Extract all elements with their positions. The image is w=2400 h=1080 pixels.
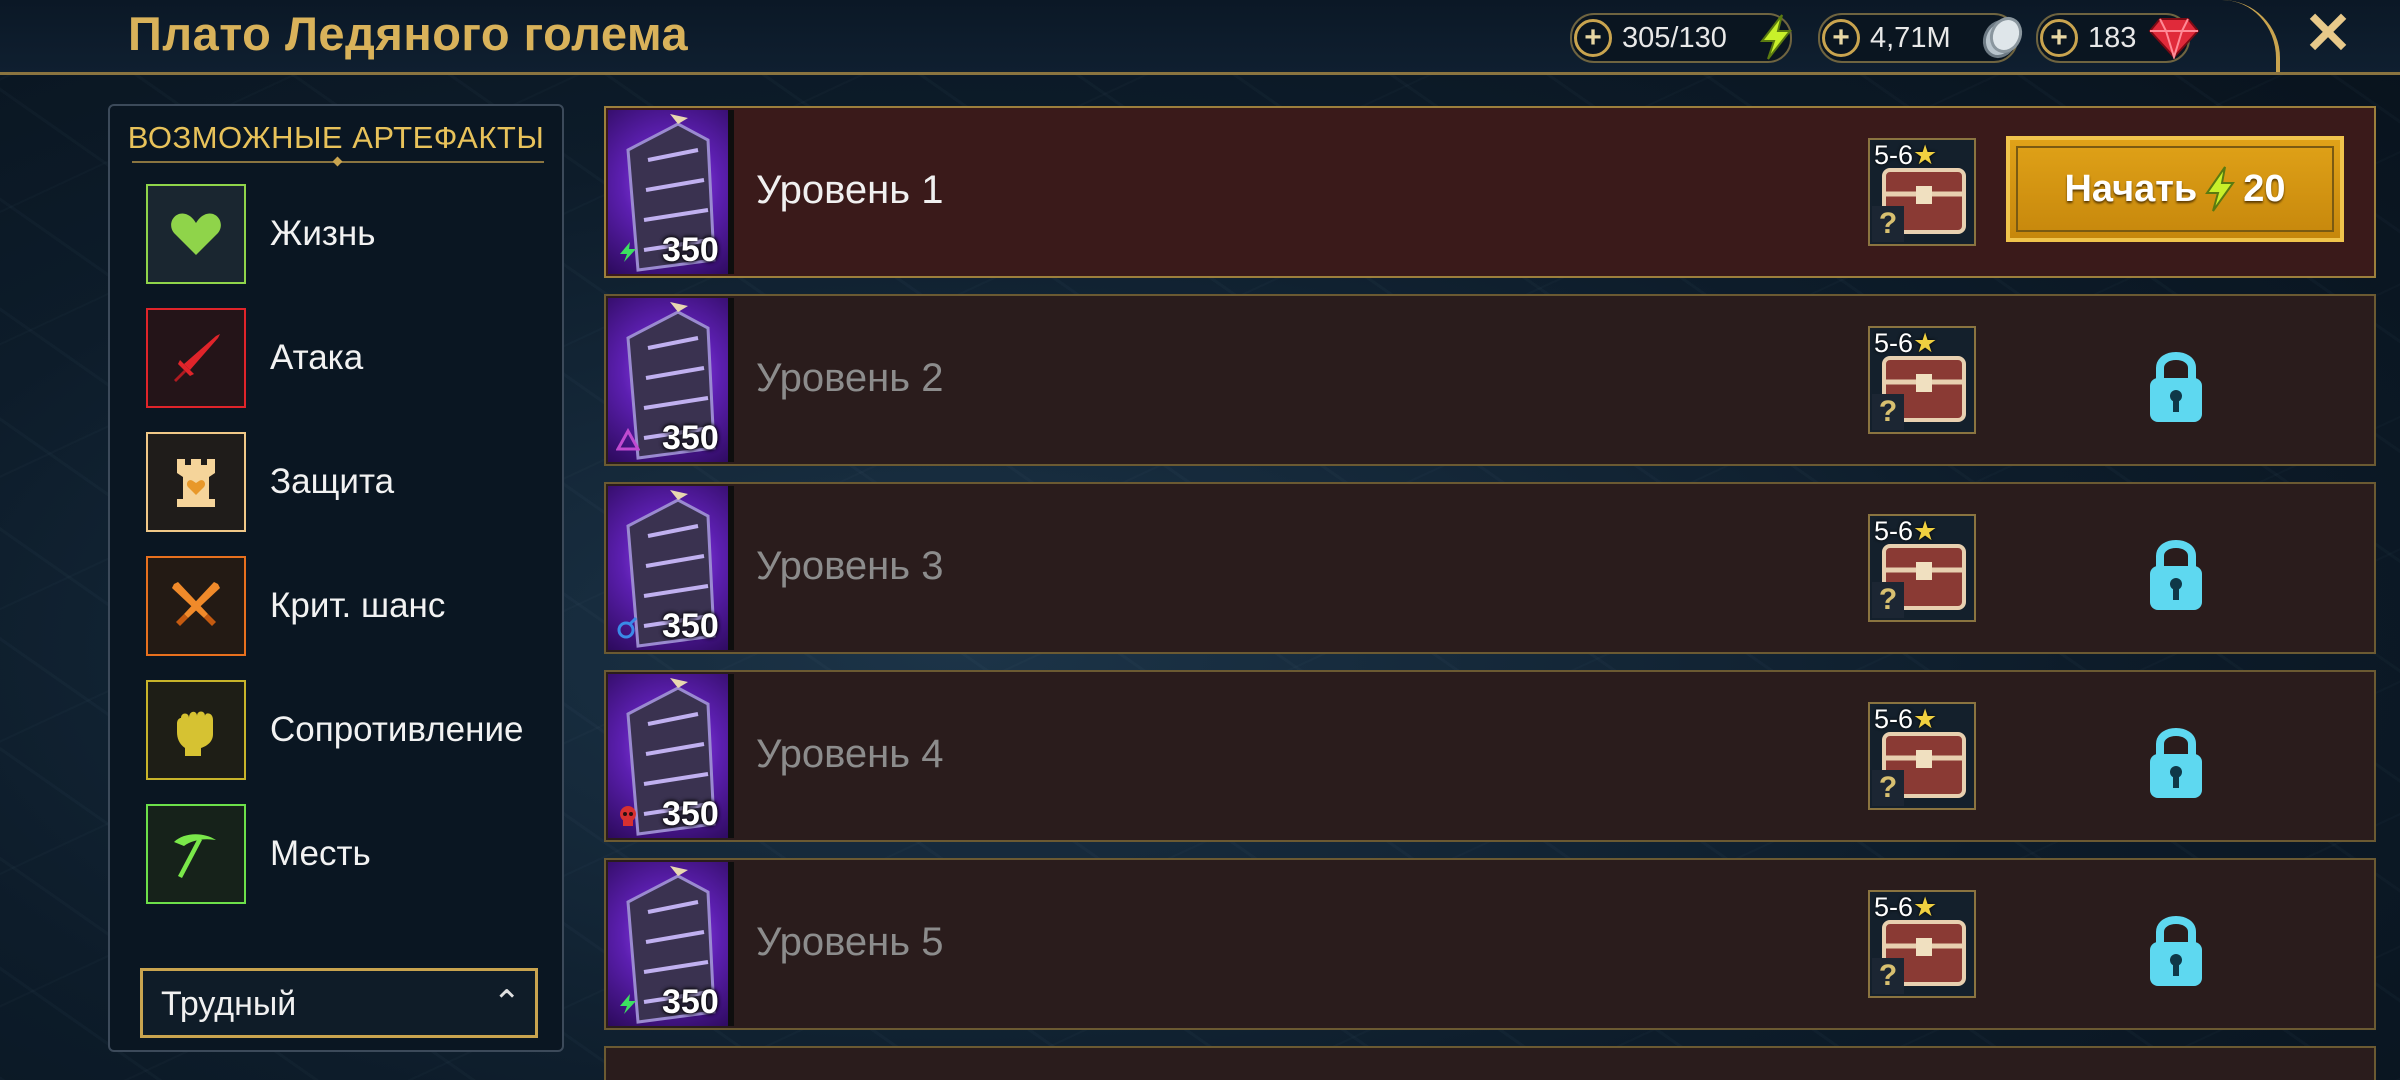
reward-rank-label: 5-6★ (1874, 704, 1938, 734)
stage-row[interactable]: 350 Уровень 3 5-6★ ? (604, 482, 2376, 654)
unknown-reward-badge: ? (1872, 206, 1904, 242)
stage-name: Уровень 2 (756, 356, 944, 400)
artifact-set-item[interactable]: Месть (146, 804, 566, 928)
heading-ornament (332, 156, 343, 167)
reward-rank-label: 5-6★ (1874, 892, 1938, 922)
artifact-set-label: Крит. шанс (270, 586, 446, 625)
stage-row[interactable]: 350 Уровень 2 5-6★ ? (604, 294, 2376, 466)
reward-rank-label: 5-6★ (1874, 516, 1938, 546)
scythe-icon (146, 804, 246, 904)
reward-chest[interactable]: 5-6★ ? (1868, 326, 1976, 434)
unknown-reward-badge: ? (1872, 394, 1904, 430)
unknown-reward-badge: ? (1872, 582, 1904, 618)
sword-icon (146, 308, 246, 408)
artifact-set-item[interactable]: Атака (146, 308, 566, 432)
portrait-divider (728, 486, 734, 650)
boss-portrait: 350 (608, 110, 734, 274)
energy-value: 305/130 (1622, 21, 1727, 54)
gem-counter[interactable]: + 183 (2036, 13, 2200, 63)
artifact-set-item[interactable]: Крит. шанс (146, 556, 566, 680)
energy-icon (2205, 166, 2236, 212)
artifact-set-label: Защита (270, 462, 395, 501)
chevron-up-icon: ⌃ (492, 984, 522, 1022)
portrait-divider (728, 298, 734, 462)
start-button[interactable]: Начать 20 (2006, 136, 2344, 242)
plus-icon[interactable]: + (2040, 19, 2078, 57)
artifact-set-label: Сопротивление (270, 710, 524, 749)
stage-name: Уровень 5 (756, 920, 944, 964)
artifact-set-item[interactable]: Сопротивление (146, 680, 566, 804)
boss-portrait: 350 (608, 862, 734, 1026)
plus-icon[interactable]: + (1574, 19, 1612, 57)
stage-power: 350 (662, 419, 719, 457)
crossed-swords-icon (146, 556, 246, 656)
artifact-set-label: Месть (270, 834, 371, 873)
reward-chest[interactable]: 5-6★ ? (1868, 514, 1976, 622)
boss-portrait: 350 (608, 674, 734, 838)
portrait-divider (728, 862, 734, 1026)
gem-icon (2148, 11, 2200, 63)
silver-value: 4,71M (1870, 21, 1951, 54)
lock-icon (2150, 916, 2202, 986)
fist-icon (146, 680, 246, 780)
magic-affinity-icon (617, 616, 638, 639)
artifact-panel-heading: ВОЗМОЖНЫЕ АРТЕФАКТЫ (127, 120, 545, 155)
artifact-set-label: Атака (270, 338, 364, 377)
artifact-set-item[interactable]: Защита (146, 432, 566, 556)
energy-counter[interactable]: + 305/130 (1570, 13, 1793, 63)
difficulty-select[interactable]: Трудный ⌃ (140, 968, 538, 1038)
stage-power: 350 (662, 607, 719, 645)
stage-name: Уровень 4 (756, 732, 944, 776)
stage-name: Уровень 1 (756, 168, 944, 212)
start-label: Начать (2064, 167, 2198, 210)
force-affinity-icon (620, 994, 636, 1014)
artifact-set-list: Жизнь Атака Защита Крит. шанс Сопротивле… (146, 184, 566, 928)
gem-value: 183 (2088, 21, 2137, 54)
stage-power: 350 (662, 983, 719, 1021)
silver-icon (1976, 11, 2028, 63)
stage-power: 350 (662, 231, 719, 269)
difficulty-value: Трудный (161, 985, 297, 1023)
unknown-reward-badge: ? (1872, 958, 1904, 994)
reward-rank-label: 5-6★ (1874, 328, 1938, 358)
top-bar: Плато Ледяного голема + 305/130 + 4,71M … (0, 0, 2400, 75)
stage-name: Уровень 3 (756, 544, 944, 588)
boss-portrait: 350 (608, 298, 734, 462)
header-ornament (2222, 0, 2280, 72)
energy-icon (1750, 11, 1802, 63)
silver-counter[interactable]: + 4,71M (1818, 13, 2023, 63)
tower-icon (146, 432, 246, 532)
portrait-divider (728, 674, 734, 838)
stage-row[interactable]: 350 Уровень 1 5-6★ ? Начать 20 (604, 106, 2376, 278)
stage-row[interactable]: 350 Уровень 4 5-6★ ? (604, 670, 2376, 842)
lock-icon (2150, 728, 2202, 798)
boss-portrait: 350 (608, 486, 734, 650)
artifact-panel: ВОЗМОЖНЫЕ АРТЕФАКТЫ Жизнь Атака Защита К… (108, 104, 564, 1052)
close-button[interactable]: ✕ (2300, 5, 2356, 63)
artifact-set-label: Жизнь (270, 214, 376, 253)
artifact-set-item[interactable]: Жизнь (146, 184, 566, 308)
reward-rank-label: 5-6★ (1874, 140, 1938, 170)
force-affinity-icon (620, 242, 636, 262)
reward-chest[interactable]: 5-6★ ? (1868, 890, 1976, 998)
stage-row[interactable]: 350 Уровень 5 5-6★ ? (604, 858, 2376, 1030)
lock-icon (2150, 540, 2202, 610)
reward-chest[interactable]: 5-6★ ? (1868, 702, 1976, 810)
plus-icon[interactable]: + (1822, 19, 1860, 57)
lock-icon (2150, 352, 2202, 422)
energy-cost: 20 (2243, 167, 2286, 210)
stage-power: 350 (662, 795, 719, 833)
void-affinity-icon (616, 428, 640, 451)
unknown-reward-badge: ? (1872, 770, 1904, 806)
portrait-divider (728, 110, 734, 274)
page-title: Плато Ледяного голема (128, 7, 689, 60)
reward-chest[interactable]: 5-6★ ? (1868, 138, 1976, 246)
stage-row-partial[interactable] (604, 1046, 2376, 1080)
heart-icon (146, 184, 246, 284)
spirit-affinity-icon (620, 806, 636, 826)
